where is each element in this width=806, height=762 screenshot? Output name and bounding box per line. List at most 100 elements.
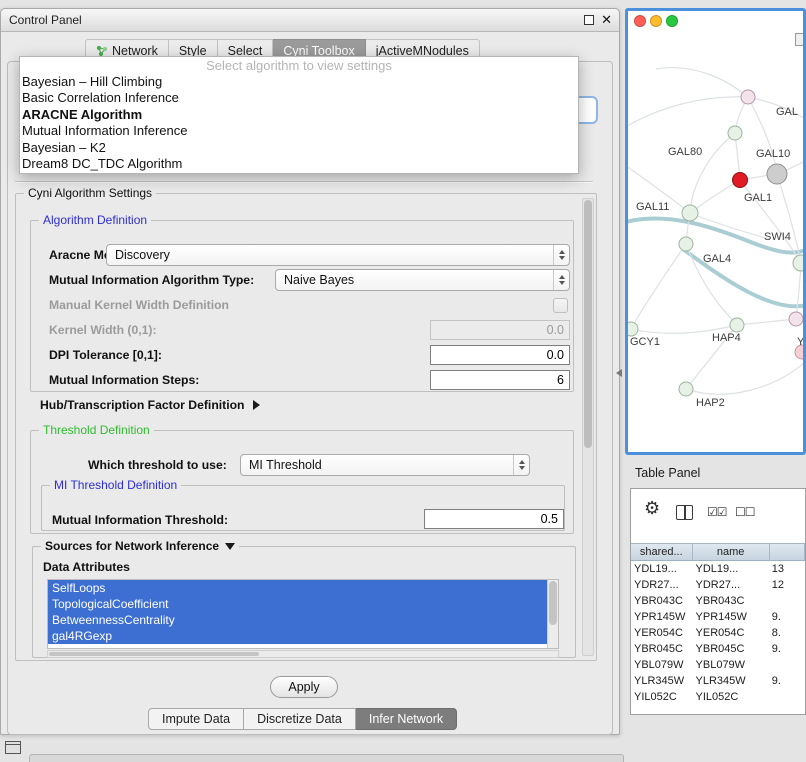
network-node-green-hap2[interactable] (679, 382, 693, 396)
scrollbar-thumb[interactable] (549, 581, 557, 625)
network-node-red-node[interactable] (733, 173, 748, 188)
network-node-green-gal11[interactable] (682, 205, 698, 221)
network-node-green-gal4[interactable] (679, 237, 693, 251)
bottom-tab-discretize-data[interactable]: Discretize Data (244, 708, 356, 730)
network-edge[interactable] (690, 133, 735, 213)
network-edge[interactable] (748, 97, 777, 174)
cell: YPR145W (693, 609, 770, 625)
node-label-gal1: GAL1 (744, 192, 772, 204)
dpi-tolerance-field[interactable] (430, 345, 570, 365)
cell: YBL079W (631, 657, 693, 673)
column-header-shared[interactable]: shared... (631, 544, 693, 560)
cell (770, 657, 805, 673)
columns-icon[interactable] (676, 505, 693, 520)
network-edge[interactable] (631, 244, 686, 329)
cell: 8. (770, 625, 805, 641)
mi-threshold-field[interactable] (424, 509, 564, 529)
cell: YDL19... (693, 561, 770, 577)
algorithm-dropdown-menu: Select algorithm to view settings Bayesi… (19, 56, 579, 174)
menu-option-bayesian-hill-climbing[interactable]: Bayesian – Hill Climbing (20, 74, 578, 90)
attribute-selfloops[interactable]: SelfLoops (48, 580, 558, 596)
table-header: shared...name (631, 543, 805, 561)
node-label-gal4: GAL4 (703, 253, 731, 265)
close-traffic-light[interactable] (634, 15, 646, 27)
data-attributes-list[interactable]: SelfLoopsTopologicalCoefficientBetweenne… (47, 579, 559, 649)
deselect-all-icon[interactable]: ☐☐ (735, 505, 755, 519)
network-node-green-mid[interactable] (730, 318, 744, 332)
cell: YIL052C (631, 689, 693, 705)
menu-option-dream8-dc-tdc-algorithm[interactable]: Dream8 DC_TDC Algorithm (20, 156, 578, 172)
table-row[interactable]: YBR045CYBR045C9. (631, 641, 805, 657)
table-row[interactable]: YBL079WYBL079W (631, 657, 805, 673)
table-row[interactable]: YDL19...YDL19...13 (631, 561, 805, 577)
table-row[interactable]: YIL052CYIL052C (631, 689, 805, 705)
aracne-mode-value: Discovery (107, 248, 553, 262)
table-body: YDL19...YDL19...13YDR27...YDR27...12YBR0… (631, 561, 805, 714)
table-toolbar: ⚙ ☑☑ ☐☐ (631, 489, 805, 541)
aracne-mode-select[interactable]: Discovery (106, 244, 570, 266)
menu-option-mutual-information-inference[interactable]: Mutual Information Inference (20, 123, 578, 139)
select-all-icon[interactable]: ☑☑ (707, 505, 727, 519)
menu-option-bayesian-k2[interactable]: Bayesian – K2 (20, 140, 578, 156)
cell: 9. (770, 673, 805, 689)
menu-placeholder: Select algorithm to view settings (20, 57, 578, 74)
cell: YBL079W (693, 657, 770, 673)
attribute-gal4rgexp[interactable]: gal4RGexp (48, 628, 558, 644)
menu-option-aracne-algorithm[interactable]: ARACNE Algorithm (20, 107, 578, 123)
list-horizontal-scrollbar[interactable] (47, 650, 559, 658)
node-label-hap4: HAP4 (712, 332, 741, 344)
network-edge[interactable] (656, 68, 748, 97)
node-label-gal: GAL (776, 106, 798, 118)
apply-button[interactable]: Apply (270, 676, 338, 698)
minimize-traffic-light[interactable] (650, 15, 662, 27)
sources-group-toggle[interactable]: Sources for Network Inference (41, 539, 239, 553)
attribute-topologicalcoefficient[interactable]: TopologicalCoefficient (48, 596, 558, 612)
scrollbar-thumb[interactable] (584, 200, 592, 448)
attribute-betweennesscentrality[interactable]: BetweennessCentrality (48, 612, 558, 628)
settings-scrollbar[interactable] (582, 198, 594, 656)
table-row[interactable]: YPR145WYPR145W9. (631, 609, 805, 625)
table-row[interactable]: YLR345WYLR345W9. (631, 673, 805, 689)
collapsed-panel-strip[interactable] (29, 754, 624, 762)
menu-option-basic-correlation-inference[interactable]: Basic Correlation Inference (20, 90, 578, 106)
column-header-name[interactable]: name (693, 544, 770, 560)
settings-group-title: Cyni Algorithm Settings (24, 186, 156, 200)
close-window-icon[interactable]: ✕ (601, 12, 612, 28)
scrollbar-thumb[interactable] (49, 652, 259, 656)
network-edge[interactable] (628, 97, 748, 129)
network-edge[interactable] (690, 180, 740, 213)
bottom-tab-impute-data[interactable]: Impute Data (148, 708, 244, 730)
table-row[interactable]: YER054CYER054C8. (631, 625, 805, 641)
table-row[interactable]: YDR27...YDR27...12 (631, 577, 805, 593)
minimized-panel-icon[interactable] (5, 741, 21, 754)
kernel-width-field[interactable] (430, 320, 570, 340)
spinner-arrows-icon (553, 270, 569, 290)
which-threshold-select[interactable]: MI Threshold (240, 454, 530, 476)
network-view-window[interactable]: GALGAL80GAL10GAL11GAL1SWI4GAL4GCY1HAP4HA… (625, 8, 806, 455)
gear-icon[interactable]: ⚙ (644, 498, 660, 519)
cell: YLR345W (631, 673, 693, 689)
bottom-tab-infer-network[interactable]: Infer Network (356, 708, 457, 730)
table-row[interactable]: YBR043CYBR043C (631, 593, 805, 609)
network-edge[interactable] (737, 319, 796, 325)
list-vertical-scrollbar[interactable] (547, 580, 558, 648)
mi-algorithm-type-select[interactable]: Naive Bayes (275, 269, 570, 291)
network-node-pink-right[interactable] (789, 312, 803, 326)
control-panel-titlebar[interactable]: Control Panel ✕ (1, 9, 619, 32)
mi-steps-field[interactable] (430, 370, 570, 390)
panel-splitter-arrow[interactable] (616, 369, 622, 377)
column-header-2[interactable] (770, 544, 805, 560)
network-node-pink-top[interactable] (741, 90, 755, 104)
mi-threshold-label: Mutual Information Threshold: (52, 513, 228, 527)
zoom-traffic-light[interactable] (666, 15, 678, 27)
partial-toolbar-widget[interactable] (795, 33, 806, 46)
network-graph[interactable]: GALGAL80GAL10GAL11GAL1SWI4GAL4GCY1HAP4HA… (628, 11, 803, 452)
manual-kernel-checkbox[interactable] (553, 298, 568, 313)
table-panel-window: ⚙ ☑☑ ☐☐ shared...name YDL19...YDL19...13YD… (630, 488, 806, 715)
network-node-green-right[interactable] (793, 255, 803, 271)
network-node-gray-hub[interactable] (767, 164, 787, 184)
float-window-icon[interactable] (584, 15, 594, 25)
network-node-green-gcy1[interactable] (628, 322, 638, 336)
network-node-green-top[interactable] (728, 126, 742, 140)
hub-definition-toggle[interactable]: Hub/Transcription Factor Definition (40, 398, 260, 412)
